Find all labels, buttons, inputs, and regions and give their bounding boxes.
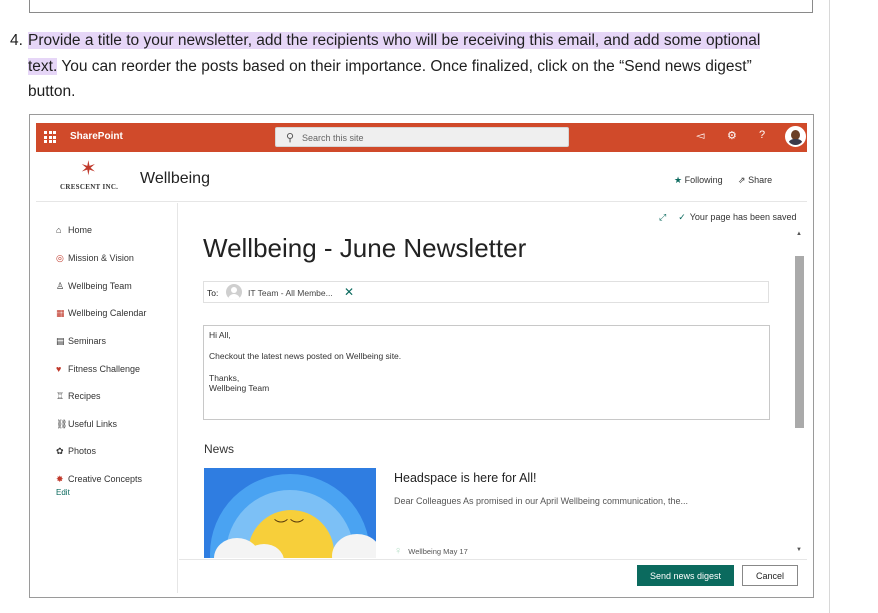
message-line: Hi All, (209, 330, 231, 340)
nav-label: Useful Links (68, 419, 118, 429)
nav-label: Wellbeing Calendar (68, 308, 147, 318)
heart-icon: ♥ (56, 364, 62, 374)
news-date: May 17 (443, 547, 468, 556)
instruction-rest: You can reorder the posts based on their… (28, 57, 752, 101)
nav-label: Mission & Vision (68, 253, 134, 263)
site-header: ✶ CRESCENT INC. Wellbeing ★ Following ⇗ … (36, 152, 807, 202)
group-avatar-icon (226, 284, 242, 300)
news-title[interactable]: Headspace is here for All! (394, 471, 536, 485)
app-launcher-icon[interactable] (44, 131, 56, 143)
news-author: Wellbeing (408, 547, 442, 556)
scroll-icon: ▤ (56, 336, 65, 346)
nav-label: Seminars (68, 336, 107, 346)
nav-item-photos[interactable]: ✿ Photos (56, 446, 96, 457)
newsletter-editor: ⤢ ✓ Your page has been saved Wellbeing - J… (179, 203, 807, 593)
newsletter-title[interactable]: Wellbeing - June Newsletter (203, 233, 526, 264)
search-placeholder: Search this site (302, 133, 364, 143)
scrollbar[interactable]: ▲ ▼ (794, 231, 804, 556)
scroll-up-icon[interactable]: ▲ (796, 231, 802, 237)
nav-item-seminars[interactable]: ▤ Seminars (56, 336, 106, 347)
to-label: To: (207, 288, 219, 298)
nav-item-mission-vision[interactable]: ◎ Mission & Vision (56, 253, 134, 264)
scroll-down-icon[interactable]: ▼ (796, 547, 802, 553)
nav-item-fitness-challenge[interactable]: ♥ Fitness Challenge (56, 364, 140, 374)
save-status: ⤢ ✓ Your page has been saved (659, 212, 797, 223)
nav-label: Recipes (68, 391, 101, 401)
camera-icon: ✿ (56, 446, 64, 456)
settings-icon[interactable]: ⚙ (727, 129, 737, 142)
recipients-field[interactable]: To: IT Team - All Membe... ✕ (203, 281, 769, 303)
expand-icon[interactable]: ⤢ (659, 212, 666, 222)
nav-label: Home (68, 225, 93, 235)
star-logo-icon: ✶ (80, 158, 97, 180)
previous-screenshot-frame (29, 0, 813, 13)
target-icon: ◎ (56, 253, 64, 263)
news-meta: ♀ Wellbeing May 17 (394, 545, 468, 557)
home-icon: ⌂ (56, 225, 62, 235)
suite-bar: SharePoint ⚲ Search this site ◅ ⚙ ? (36, 123, 807, 152)
nav-label: Wellbeing Team (68, 281, 132, 291)
share-label: Share (748, 175, 773, 185)
nav-item-useful-links[interactable]: ⛓Useful Links (56, 419, 117, 430)
star-icon: ★ (674, 175, 683, 185)
step-number: 4. (10, 32, 23, 49)
news-heading: News (204, 442, 235, 456)
calendar-icon: ▦ (56, 308, 65, 318)
share-icon: ⇗ (738, 175, 746, 185)
message-textbox[interactable]: Hi All, Checkout the latest news posted … (203, 325, 770, 420)
app-name[interactable]: SharePoint (70, 131, 123, 142)
nav-edit-link[interactable]: Edit (56, 488, 70, 497)
cancel-button[interactable]: Cancel (742, 565, 798, 586)
send-news-digest-button[interactable]: Send news digest (637, 565, 734, 586)
site-title[interactable]: Wellbeing (140, 170, 210, 188)
search-icon: ⚲ (286, 132, 295, 144)
share-button[interactable]: ⇗ Share (738, 175, 772, 186)
concept-icon: ✸ (56, 474, 64, 484)
nav-label: Fitness Challenge (68, 364, 141, 374)
checkmark-icon: ✓ (678, 212, 686, 222)
link-icon: ⛓ (56, 419, 68, 429)
page-divider (829, 0, 830, 613)
logo-text: CRESCENT INC. (60, 183, 119, 191)
nav-item-creative-concepts[interactable]: ✸ Creative Concepts (56, 474, 142, 485)
search-box[interactable]: ⚲ Search this site (275, 127, 569, 147)
nav-item-wellbeing-team[interactable]: ♙ Wellbeing Team (56, 281, 132, 292)
following-label: Following (684, 175, 723, 185)
chef-icon: ♖ (56, 391, 65, 401)
message-line: Wellbeing Team (209, 383, 270, 393)
nav-item-recipes[interactable]: ♖ Recipes (56, 391, 101, 402)
news-thumbnail[interactable]: ︶︶ (204, 468, 376, 558)
recipient-name: IT Team - All Membe... (248, 288, 333, 298)
action-footer: Send news digest Cancel (179, 559, 807, 593)
remove-recipient-icon[interactable]: ✕ (344, 285, 354, 299)
sharepoint-screenshot: SharePoint ⚲ Search this site ◅ ⚙ ? ✶ CR… (29, 114, 814, 598)
news-description: Dear Colleagues As promised in our April… (394, 496, 688, 506)
following-button[interactable]: ★ Following (674, 175, 723, 186)
lightbulb-icon: ♀ (394, 545, 403, 557)
user-avatar[interactable] (785, 126, 806, 147)
message-line: Thanks, (209, 373, 240, 383)
message-line: Checkout the latest news posted on Wellb… (209, 351, 402, 361)
site-logo[interactable]: ✶ CRESCENT INC. (58, 159, 128, 193)
help-icon[interactable]: ? (759, 129, 765, 141)
nav-label: Creative Concepts (68, 474, 143, 484)
scrollbar-thumb[interactable] (795, 256, 804, 428)
saved-status-text: Your page has been saved (689, 212, 797, 222)
nav-item-wellbeing-calendar[interactable]: ▦ Wellbeing Calendar (56, 308, 146, 319)
nav-item-home[interactable]: ⌂ Home (56, 225, 92, 235)
nav-label: Photos (68, 446, 97, 456)
team-icon: ♙ (56, 281, 65, 291)
step-text: Provide a title to your newsletter, add … (28, 28, 793, 105)
left-navigation: ⌂ Home ◎ Mission & Vision ♙ Wellbeing Team … (36, 203, 178, 593)
megaphone-icon[interactable]: ◅ (696, 129, 704, 142)
